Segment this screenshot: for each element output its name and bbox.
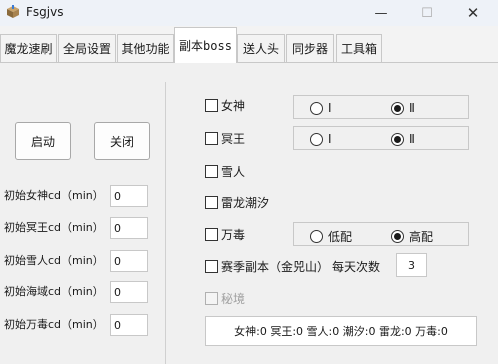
tab-toolbox[interactable]: 工具箱 — [336, 34, 382, 62]
radio-dot — [310, 230, 323, 243]
goddess-level-1-label: Ⅰ — [328, 101, 332, 115]
hades-level-1-label: Ⅰ — [328, 132, 332, 146]
cd-poison-input[interactable]: 0 — [110, 314, 148, 336]
tab-send-heads[interactable]: 送人头 — [237, 34, 285, 62]
minimize-button[interactable]: — — [358, 0, 404, 26]
checkbox-box — [205, 292, 218, 305]
cd-snowman-input[interactable]: 0 — [110, 250, 148, 272]
tab-other-functions[interactable]: 其他功能 — [117, 34, 174, 62]
secret-realm-label: 秘境 — [221, 292, 246, 306]
start-button[interactable]: 启动 — [15, 122, 71, 160]
hades-level-2-radio[interactable]: Ⅱ — [391, 132, 415, 146]
close-button[interactable]: ✕ — [450, 0, 496, 26]
radio-dot — [310, 132, 323, 146]
cd-sea-input[interactable]: 0 — [110, 281, 148, 303]
poison-config-group: 低配 高配 — [293, 222, 469, 246]
maximize-button[interactable]: ☐ — [404, 0, 450, 26]
window-title: Fsgjvs — [26, 5, 64, 19]
checkbox-box — [205, 132, 218, 145]
snowman-checkbox[interactable]: 雪人 — [205, 163, 245, 180]
checkbox-box — [205, 99, 218, 112]
poison-label: 万毒 — [221, 228, 246, 242]
cd-goddess-label: 初始女神cd（min） — [4, 189, 104, 202]
title-bar: Fsgjvs — ☐ ✕ — [0, 0, 498, 26]
radio-dot — [391, 101, 404, 115]
goddess-level-2-radio[interactable]: Ⅱ — [391, 101, 415, 115]
tab-dragon-fast[interactable]: 魔龙速刷 — [0, 34, 57, 62]
season-dungeon-checkbox[interactable]: 赛季副本（金兕山） — [205, 258, 329, 275]
poison-checkbox[interactable]: 万毒 — [205, 226, 245, 243]
radio-dot — [310, 101, 323, 115]
checkbox-box — [205, 260, 218, 273]
goddess-level-1-radio[interactable]: Ⅰ — [310, 101, 332, 115]
daily-times-label: 每天次数 — [332, 260, 381, 274]
cd-goddess-input[interactable]: 0 — [110, 185, 148, 207]
cd-sea-label: 初始海域cd（min） — [4, 285, 104, 298]
goddess-checkbox[interactable]: 女神 — [205, 97, 245, 114]
secret-realm-checkbox[interactable]: 秘境 — [205, 290, 245, 307]
hades-level-2-label: Ⅱ — [409, 132, 415, 146]
radio-dot — [391, 230, 404, 243]
thunder-dragon-tide-checkbox[interactable]: 雷龙潮汐 — [205, 194, 269, 211]
goddess-level-group: Ⅰ Ⅱ — [293, 95, 469, 119]
daily-times-input[interactable]: 3 — [396, 253, 427, 277]
checkbox-box — [205, 165, 218, 178]
checkbox-box — [205, 228, 218, 241]
hades-checkbox[interactable]: 冥王 — [205, 130, 245, 147]
cd-snowman-label: 初始雪人cd（min） — [4, 254, 104, 267]
poison-low-config-label: 低配 — [328, 230, 353, 244]
hades-label: 冥王 — [221, 132, 246, 146]
hades-level-group: Ⅰ Ⅱ — [293, 126, 469, 150]
hades-level-1-radio[interactable]: Ⅰ — [310, 132, 332, 146]
tab-synchronizer[interactable]: 同步器 — [286, 34, 334, 62]
cd-hades-input[interactable]: 0 — [110, 217, 148, 239]
panel-divider — [165, 82, 166, 364]
cd-poison-label: 初始万毒cd（min） — [4, 318, 104, 331]
thunder-dragon-tide-label: 雷龙潮汐 — [221, 196, 270, 210]
radio-dot — [391, 132, 404, 146]
poison-low-config-radio[interactable]: 低配 — [310, 228, 352, 245]
checkbox-box — [205, 196, 218, 209]
boss-status-display: 女神:0 冥王:0 雪人:0 潮汐:0 雷龙:0 万毒:0 — [205, 316, 477, 346]
goddess-label: 女神 — [221, 99, 246, 113]
season-dungeon-label: 赛季副本（金兕山） — [221, 260, 330, 274]
poison-high-config-radio[interactable]: 高配 — [391, 228, 433, 245]
tab-global-settings[interactable]: 全局设置 — [58, 34, 116, 62]
tab-bar: 魔龙速刷 全局设置 其他功能 副本boss 送人头 同步器 工具箱 — [0, 26, 498, 63]
stop-button[interactable]: 关闭 — [94, 122, 150, 160]
cd-hades-label: 初始冥王cd（min） — [4, 221, 104, 234]
tab-dungeon-boss[interactable]: 副本boss — [174, 27, 237, 63]
poison-high-config-label: 高配 — [409, 230, 434, 244]
app-icon — [7, 5, 19, 18]
snowman-label: 雪人 — [221, 165, 246, 179]
goddess-level-2-label: Ⅱ — [409, 101, 415, 115]
